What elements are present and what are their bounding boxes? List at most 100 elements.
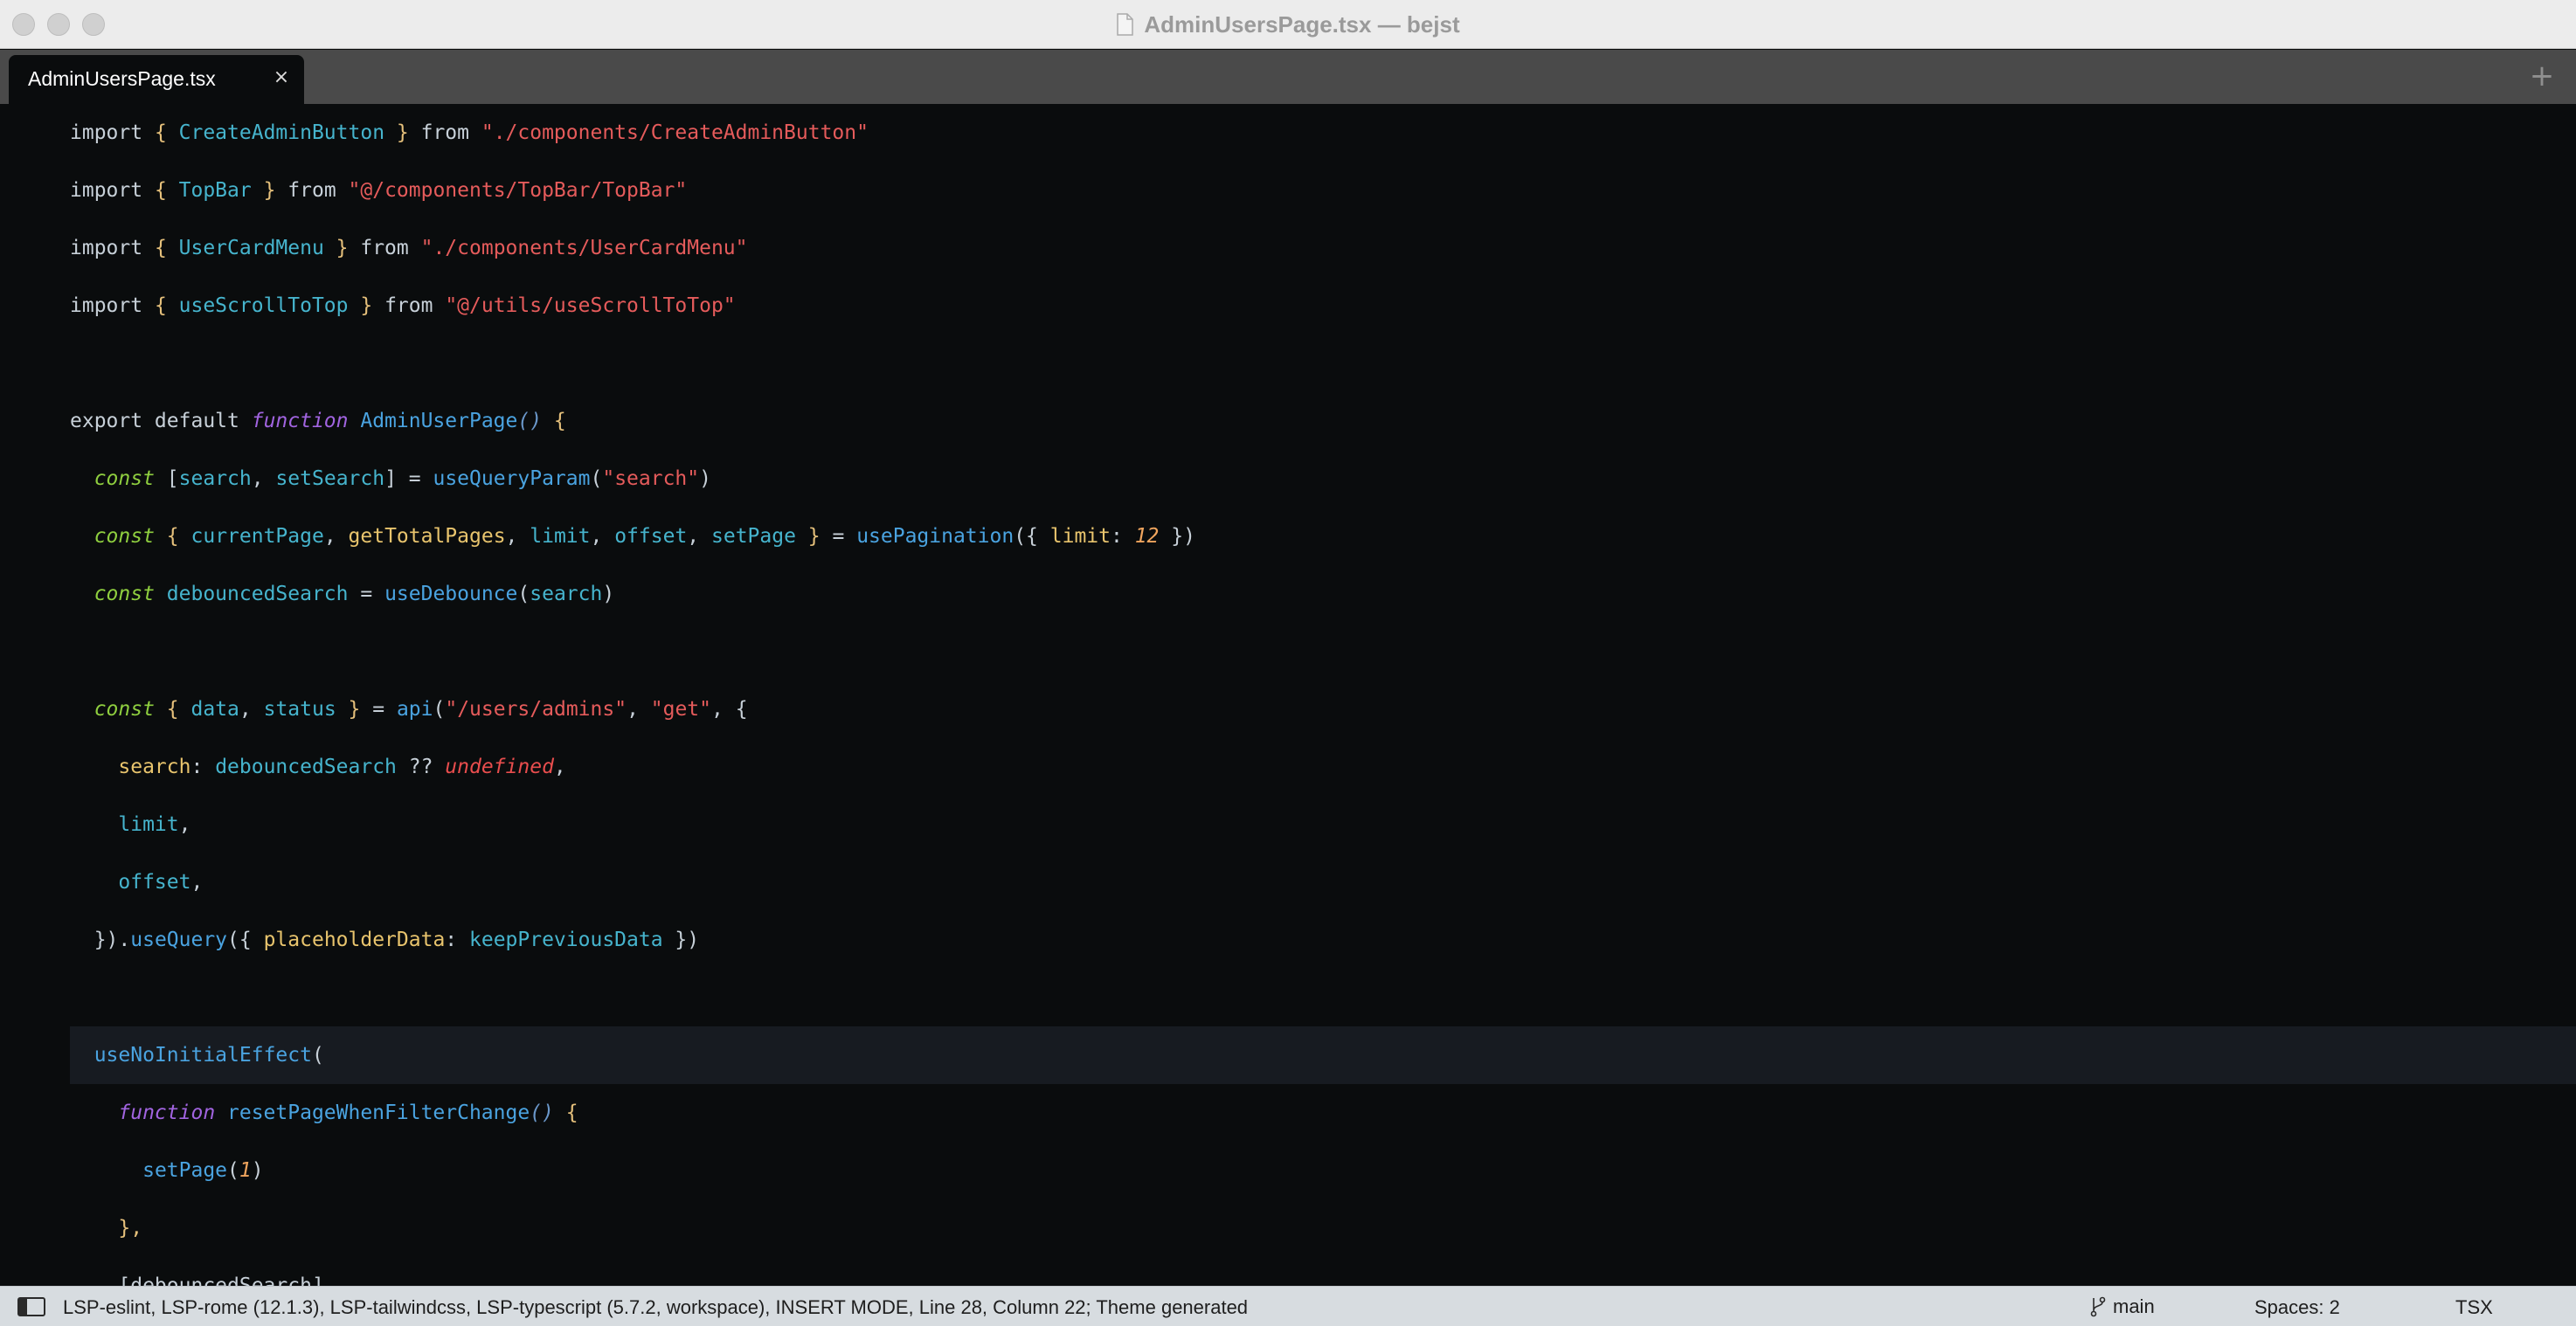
code-token: () [517,410,554,432]
code-editor[interactable]: import { CreateAdminButton } from "./com… [0,104,2576,1286]
code-token: , [553,756,566,778]
code-token: ( [311,1044,324,1067]
code-token: search [118,756,191,778]
code-token: "search" [602,467,700,490]
git-branch[interactable]: main [2090,1295,2155,1318]
code-token: function [251,410,361,432]
code-line[interactable]: [debouncedSearch] [70,1257,2576,1286]
code-line[interactable]: const { currentPage, getTotalPages, limi… [70,508,2576,565]
code-line[interactable]: import { CreateAdminButton } from "./com… [70,104,2576,162]
code-token: debouncedSearch [215,756,397,778]
code-token: { [166,525,191,548]
code-token: undefined [445,756,554,778]
code-token: = [820,525,857,548]
indentation-setting[interactable]: Spaces: 2 [2254,1296,2340,1319]
code-line[interactable]: offset, [70,853,2576,911]
code-token: , [323,525,349,548]
code-token: useScrollToTop [178,294,349,317]
document-icon [1117,13,1134,36]
code-token: usePagination [856,525,1014,548]
code-token: import [70,237,155,259]
code-token: ( [227,1159,239,1182]
code-token: "get" [650,698,712,721]
code-token: UserCardMenu [178,237,324,259]
code-line[interactable]: }).useQuery({ placeholderData: keepPrevi… [70,911,2576,969]
status-bar: LSP-eslint, LSP-rome (12.1.3), LSP-tailw… [0,1286,2576,1326]
code-token: import [70,121,155,144]
code-token: keepPreviousData [469,929,663,951]
code-token: , { [711,698,748,721]
sidebar-toggle-icon[interactable] [17,1297,45,1316]
code-token: import [70,179,155,202]
code-token: { [154,237,179,259]
editor-window: AdminUsersPage.tsx — bejst AdminUsersPag… [0,0,2576,1326]
code-token: 1 [239,1159,252,1182]
code-token: , [178,813,191,836]
code-line[interactable]: search: debouncedSearch ?? undefined, [70,738,2576,796]
code-line[interactable]: export default function AdminUserPage() … [70,392,2576,450]
code-line[interactable]: import { useScrollToTop } from "@/utils/… [70,277,2576,335]
code-token: ({ [227,929,264,951]
code-token: from [348,237,421,259]
code-token: ?? [396,756,446,778]
code-line[interactable]: import { UserCardMenu } from "./componen… [70,219,2576,277]
code-token: , [505,525,530,548]
code-token: useNoInitialEffect [93,1044,312,1067]
code-line[interactable] [70,335,2576,392]
code-token: TopBar [178,179,252,202]
code-line[interactable] [70,969,2576,1026]
code-token: } [251,179,276,202]
code-token: search [530,583,603,605]
code-token: useQueryParam [433,467,591,490]
code-token: } [384,121,409,144]
code-token: CreateAdminButton [178,121,385,144]
code-token: ) [602,583,615,605]
code-line[interactable] [70,623,2576,680]
code-token: "/users/admins" [445,698,627,721]
code-line[interactable]: limit, [70,796,2576,853]
code-token: ({ [1014,525,1050,548]
code-token: useDebounce [384,583,518,605]
new-tab-plus-icon[interactable]: + [2527,59,2557,93]
code-line[interactable]: const { data, status } = api("/users/adm… [70,680,2576,738]
code-token: }) [1159,525,1195,548]
code-line[interactable]: import { TopBar } from "@/components/Top… [70,162,2576,219]
code-token: }, [118,1217,143,1240]
git-branch-icon [2090,1296,2106,1317]
code-token: limit [530,525,591,548]
code-token: export default [70,410,252,432]
code-token: import [70,294,155,317]
code-line[interactable]: const debouncedSearch = useDebounce(sear… [70,565,2576,623]
tab-bar: AdminUsersPage.tsx × + [0,50,2576,104]
code-token: offset [614,525,688,548]
code-line[interactable]: function resetPageWhenFilterChange() { [70,1084,2576,1142]
code-token: } [348,294,373,317]
tab-adminuserspage[interactable]: AdminUsersPage.tsx × [9,55,304,104]
syntax-selector[interactable]: TSX [2455,1296,2493,1319]
code-token: "@/components/TopBar/TopBar" [348,179,688,202]
code-token: resetPageWhenFilterChange [227,1102,530,1124]
code-line[interactable]: const [search, setSearch] = useQueryPara… [70,450,2576,508]
code-token: api [396,698,433,721]
tab-close-icon[interactable]: × [271,66,292,90]
code-token: { [553,410,566,432]
code-token: } [795,525,821,548]
code-line[interactable]: setPage(1) [70,1142,2576,1199]
status-message: LSP-eslint, LSP-rome (12.1.3), LSP-tailw… [63,1296,1249,1318]
code-token: "./components/UserCardMenu" [420,237,748,259]
code-line[interactable]: useNoInitialEffect( [70,1026,2576,1084]
code-line[interactable]: }, [70,1199,2576,1257]
code-token: limit [1049,525,1111,548]
code-token: 12 [1134,525,1160,548]
code-token: const [93,698,167,721]
code-token: , [627,698,651,721]
code-token: , [590,525,615,548]
code-token: setPage [142,1159,228,1182]
code-token: } [323,237,349,259]
